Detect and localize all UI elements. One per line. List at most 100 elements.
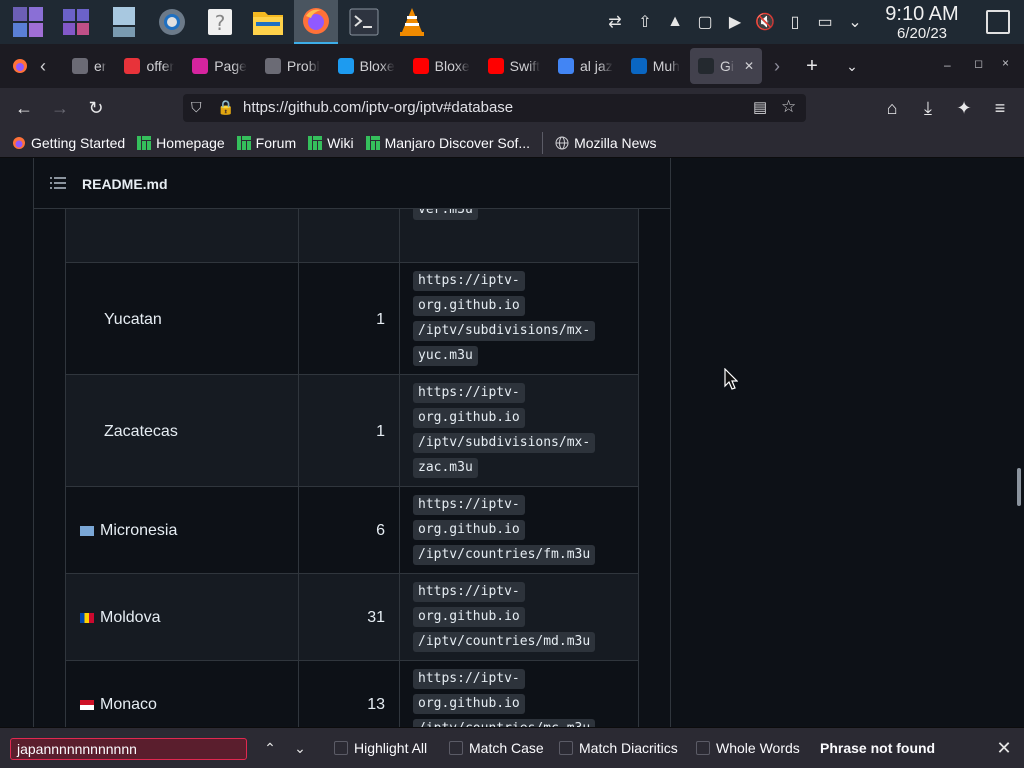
taskbar: ? ⇄ ⇧ ▲ ▢ ▶ 🔇 ▯ ▭ ⌄ 9:10 AM 6/20/23 <box>0 0 1024 44</box>
tab[interactable]: Probl <box>257 48 328 84</box>
firefox-icon[interactable] <box>294 0 338 44</box>
bookmark-label: Manjaro Discover Sof... <box>384 134 531 151</box>
lock-icon[interactable]: 🔒 <box>217 99 234 116</box>
find-status: Phrase not found <box>820 740 936 756</box>
bookmark-item[interactable]: Homepage <box>137 135 225 151</box>
firefox-view-icon[interactable] <box>0 44 40 88</box>
downloads-icon[interactable]: ⤓ <box>916 96 940 120</box>
network-icon[interactable]: ▭ <box>814 11 836 33</box>
tab-scroll-left-icon[interactable]: ‹ <box>40 56 64 77</box>
find-input[interactable]: japannnnnnnnnnnn <box>10 738 247 760</box>
forward-icon[interactable]: → <box>48 96 72 120</box>
bookmark-label: Mozilla News <box>574 134 657 151</box>
tab-favicon-icon <box>697 58 714 74</box>
show-desktop-button[interactable] <box>986 10 1010 34</box>
kde-connect-icon[interactable]: ⇄ <box>604 11 626 33</box>
highlight-all-checkbox[interactable]: Highlight All <box>334 740 427 756</box>
find-bar: japannnnnnnnnnnn ⌃ ⌄ Highlight All Match… <box>0 727 1024 768</box>
channel-count: 1 <box>376 311 385 328</box>
tracking-protection-icon[interactable]: ⛉ <box>191 99 202 116</box>
back-icon[interactable]: ← <box>12 96 36 120</box>
clock[interactable]: 9:10 AM 6/20/23 <box>874 3 970 42</box>
clipboard-icon[interactable]: ▢ <box>694 11 716 33</box>
playlist-url[interactable]: https://iptv-org.github.io/iptv/countrie… <box>413 582 596 657</box>
list-all-tabs-icon[interactable]: ⌄ <box>832 58 872 75</box>
region-name: Zacatecas <box>104 423 178 441</box>
whole-words-checkbox[interactable]: Whole Words <box>696 740 800 756</box>
close-tab-icon[interactable]: ✕ <box>744 59 754 73</box>
new-tab-button[interactable]: + <box>792 55 832 78</box>
url-bar[interactable]: ⛉ 🔒 https://github.com/iptv-org/iptv#dat… <box>183 94 806 122</box>
find-previous-icon[interactable]: ⌃ <box>260 738 280 758</box>
url-text[interactable]: https://github.com/iptv-org/iptv#databas… <box>243 99 513 116</box>
tab-label: Swift <box>509 58 541 74</box>
app-launcher-icon[interactable] <box>6 0 50 44</box>
bookmark-item[interactable]: Manjaro Discover Sof... <box>365 134 531 151</box>
tab-favicon-icon <box>337 58 354 74</box>
maximize-icon[interactable]: ◻ <box>974 57 983 70</box>
playlist-url-line: org.github.io <box>413 296 525 316</box>
chevron-up-icon[interactable]: ⌄ <box>844 11 866 33</box>
region-name: Micronesia <box>80 522 177 540</box>
minimize-icon[interactable]: – <box>944 58 951 72</box>
playlist-url[interactable]: https://iptv-org.github.io/iptv/subdivis… <box>413 271 596 371</box>
bookmark-item[interactable]: Getting Started <box>12 135 125 151</box>
terminal-icon[interactable] <box>342 0 386 44</box>
volume-muted-icon[interactable]: 🔇 <box>754 11 776 33</box>
tab[interactable]: Gi ✕ <box>689 48 762 84</box>
settings-icon[interactable] <box>150 0 194 44</box>
region-name-text: Moldova <box>100 609 161 626</box>
pager-icon[interactable] <box>54 0 98 44</box>
playlist-url[interactable]: https://iptv-org.github.io/iptv/subdivis… <box>413 383 596 483</box>
mouse-cursor <box>724 368 738 390</box>
extensions-icon[interactable]: ✦ <box>952 96 976 120</box>
playlist-url[interactable]: https://iptv-org.github.io/iptv/countrie… <box>413 495 596 570</box>
media-player-icon[interactable]: ▶ <box>724 11 746 33</box>
tab[interactable]: Bloxe <box>330 48 403 84</box>
bookmark-item[interactable]: Forum <box>236 135 296 151</box>
manjaro-icon <box>236 135 251 150</box>
tab[interactable]: al jaz <box>550 48 621 84</box>
flag-icon <box>80 526 94 536</box>
readme-header: README.md <box>33 158 671 209</box>
close-find-bar-icon[interactable]: ✕ <box>994 738 1014 758</box>
bookmark-item[interactable]: Mozilla News <box>555 134 657 151</box>
region-name-text: Micronesia <box>100 522 178 539</box>
tab[interactable]: Bloxe <box>405 48 478 84</box>
clock-date: 6/20/23 <box>896 25 948 42</box>
playlist-url-line: org.github.io <box>413 520 525 540</box>
tab[interactable]: er <box>64 48 114 84</box>
close-window-icon[interactable]: × <box>1002 56 1009 70</box>
playlist-url-cell: https://iptv-org.github.io/iptv/subdivis… <box>400 375 639 486</box>
bookmark-star-icon[interactable]: ☆ <box>781 97 796 117</box>
vlc-tray-icon[interactable]: ▲ <box>664 11 686 33</box>
bookmark-item[interactable]: Wiki <box>308 134 354 151</box>
tab-favicon-icon <box>264 58 281 74</box>
outline-list-icon[interactable] <box>50 176 66 190</box>
tab-favicon-icon <box>412 58 429 74</box>
tab-scroll-right-icon[interactable]: › <box>762 56 792 77</box>
match-diacritics-checkbox[interactable]: Match Diacritics <box>559 740 678 756</box>
tab[interactable]: Muh <box>623 48 688 84</box>
tab[interactable]: offer <box>116 48 182 84</box>
find-next-icon[interactable]: ⌄ <box>290 738 310 758</box>
playlist-url[interactable]: https://iptv-org.github.io/iptv/countrie… <box>413 669 596 727</box>
tab[interactable]: Page <box>184 48 255 84</box>
page-scrollbar[interactable] <box>1017 468 1021 506</box>
update-icon[interactable]: ⇧ <box>634 11 656 33</box>
files-icon[interactable] <box>246 0 290 44</box>
tab[interactable]: Swift <box>480 48 548 84</box>
reader-view-icon[interactable]: ▤ <box>753 98 767 116</box>
battery-icon[interactable]: ▯ <box>784 11 806 33</box>
region-cell: Yucatan <box>65 263 299 374</box>
pocket-icon[interactable]: ⌂ <box>880 96 904 120</box>
playlist-url-line: https://iptv- <box>413 495 525 515</box>
help-icon[interactable]: ? <box>198 0 242 44</box>
region-name: Moldova <box>80 609 160 627</box>
desktop-icon[interactable] <box>102 0 146 44</box>
bookmark-label: Wiki <box>327 134 354 151</box>
reload-icon[interactable]: ↻ <box>84 96 108 120</box>
menu-icon[interactable]: ≡ <box>988 96 1012 120</box>
match-case-checkbox[interactable]: Match Case <box>449 740 544 756</box>
vlc-icon[interactable] <box>390 0 434 44</box>
